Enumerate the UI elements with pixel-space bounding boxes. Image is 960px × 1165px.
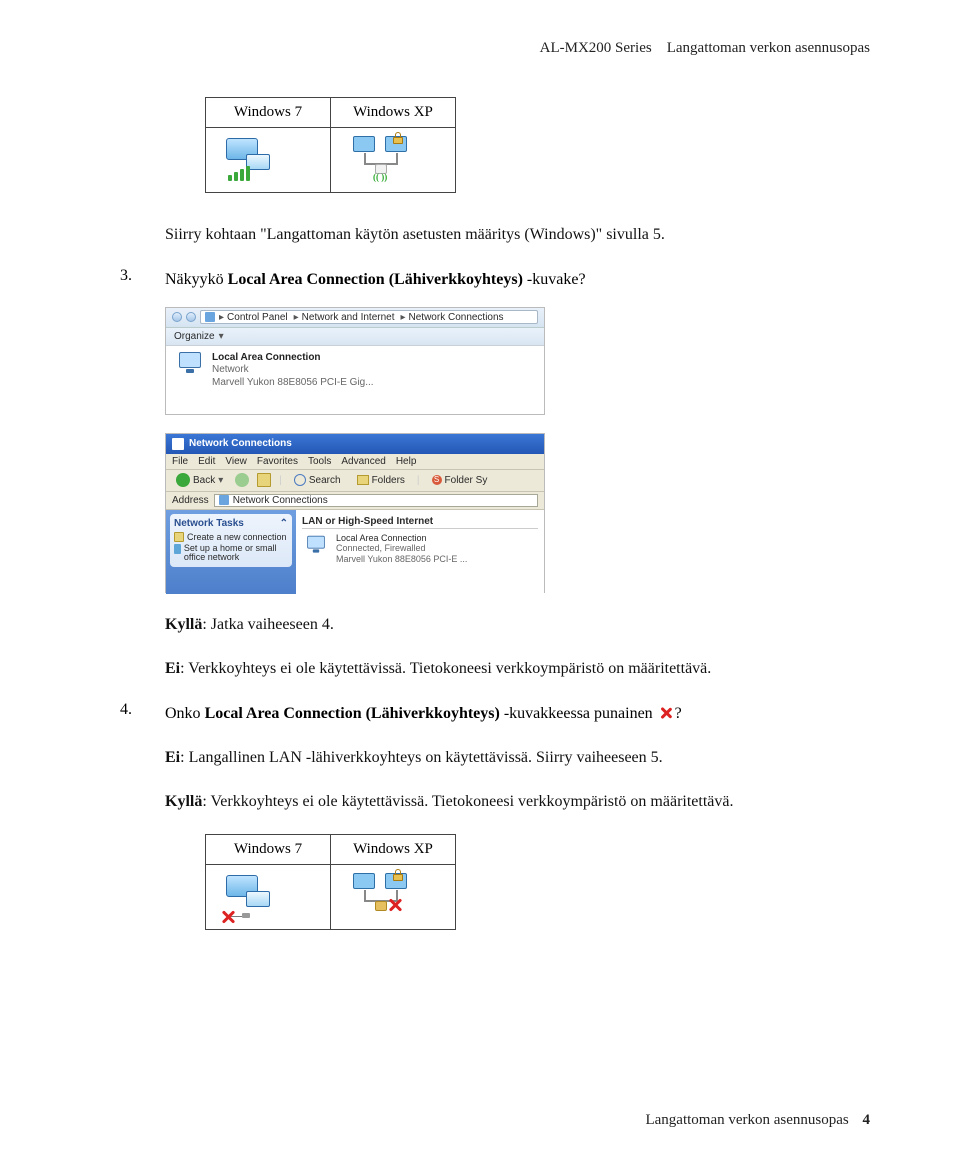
new-connection-icon <box>174 532 184 542</box>
sync-icon: S <box>432 475 442 485</box>
os-win7-icon-cell <box>206 865 331 930</box>
step3-bold: Local Area Connection (Lähiverkkoyhteys) <box>228 271 523 288</box>
connection-sub2: Marvell Yukon 88E8056 PCI-E Gig... <box>212 377 374 390</box>
crumb-network-internet: Network and Internet <box>302 312 395 323</box>
address-icon <box>219 495 229 505</box>
menu-file: File <box>172 456 188 467</box>
menu-edit: Edit <box>198 456 215 467</box>
connection-icon <box>176 352 204 380</box>
step-number: 4. <box>120 701 165 727</box>
os-windowsxp-cell: Windows XP <box>331 835 456 865</box>
jump-instruction: Siirry kohtaan "Langattoman käytön asetu… <box>165 223 870 247</box>
os-winxp-icon-cell: (( )) <box>331 128 456 193</box>
step4-ei: Ei: Langallinen LAN -lähiverkkoyhteys on… <box>165 746 870 770</box>
organize-label: Organize <box>174 331 215 342</box>
step-3: 3. Näkyykö Local Area Connection (Lähive… <box>120 267 870 293</box>
lock-icon <box>393 869 405 881</box>
page-footer: Langattoman verkon asennusopas 4 <box>645 1112 870 1129</box>
network-icon-win7-disabled <box>220 873 280 921</box>
os-windows7-cell: Windows 7 <box>206 98 331 128</box>
lock-icon <box>393 132 405 144</box>
menu-view: View <box>225 456 247 467</box>
xp-connection-sub2: Marvell Yukon 88E8056 PCI-E ... <box>336 554 467 565</box>
screenshot-win7-network-connections: ▸Control Panel ▸Network and Internet ▸Ne… <box>165 307 870 415</box>
step-number: 3. <box>120 267 165 293</box>
kylla-text: : Jatka vaiheeseen 4. <box>202 616 334 633</box>
doc-title-label: Langattoman verkon asennusopas <box>667 40 870 56</box>
back-icon <box>172 312 182 322</box>
page-header: AL-MX200 Series Langattoman verkon asenn… <box>120 40 870 57</box>
red-x-icon <box>659 706 673 720</box>
address-label: Address <box>172 495 209 506</box>
ei4-label: Ei <box>165 749 180 766</box>
menu-tools: Tools <box>308 456 331 467</box>
step-4: 4. Onko Local Area Connection (Lähiverkk… <box>120 701 870 727</box>
os-windowsxp-cell: Windows XP <box>331 98 456 128</box>
up-folder-icon <box>257 473 271 487</box>
connection-name: Local Area Connection <box>212 352 374 365</box>
search-icon <box>294 474 306 486</box>
os-windows7-cell: Windows 7 <box>206 835 331 865</box>
toolbar-folders: Folders <box>372 475 405 486</box>
crumb-control-panel: Control Panel <box>227 312 288 323</box>
step3-text-suffix: -kuvake? <box>523 271 586 288</box>
collapse-icon: ⌃ <box>280 518 288 529</box>
xp-connection-sub1: Connected, Firewalled <box>336 543 467 554</box>
forward-icon <box>235 473 249 487</box>
window-title: Network Connections <box>189 438 292 449</box>
kylla4-label: Kyllä <box>165 793 202 810</box>
kylla-label: Kyllä <box>165 616 202 633</box>
red-x-icon <box>387 897 403 913</box>
side-panel-header: Network Tasks <box>174 518 244 529</box>
toolbar-back: Back <box>193 475 215 486</box>
red-x-icon <box>220 909 236 925</box>
chevron-down-icon: ▾ <box>219 331 224 342</box>
connection-icon <box>305 535 327 557</box>
toolbar-foldersy: Folder Sy <box>445 475 488 486</box>
home-network-icon <box>174 544 181 554</box>
step3-ei: Ei: Verkkoyhteys ei ole käytettävissä. T… <box>165 657 870 681</box>
kylla4-text: : Verkkoyhteys ei ole käytettävissä. Tie… <box>202 793 733 810</box>
menu-favorites: Favorites <box>257 456 298 467</box>
folder-icon <box>205 312 215 322</box>
series-label: AL-MX200 Series <box>540 40 652 56</box>
xp-connection-name: Local Area Connection <box>336 533 467 544</box>
os-win7-icon-cell <box>206 128 331 193</box>
crumb-network-connections: Network Connections <box>409 312 504 323</box>
address-value: Network Connections <box>233 495 328 506</box>
ei4-text: : Langallinen LAN -lähiverkkoyhteys on k… <box>180 749 663 766</box>
network-icon-win7 <box>220 136 280 184</box>
folders-icon <box>357 475 369 485</box>
os-winxp-icon-cell <box>331 865 456 930</box>
footer-page-number: 4 <box>863 1112 871 1128</box>
network-icon-winxp-disabled <box>345 871 415 923</box>
connection-sub1: Network <box>212 364 374 377</box>
step4-kylla: Kyllä: Verkkoyhteys ei ole käytettävissä… <box>165 790 870 814</box>
side-item-new-connection: Create a new connection <box>187 532 287 542</box>
step3-text-prefix: Näkyykö <box>165 271 228 288</box>
ei-text: : Verkkoyhteys ei ole käytettävissä. Tie… <box>180 660 711 677</box>
network-icon-winxp: (( )) <box>345 134 415 186</box>
footer-text: Langattoman verkon asennusopas <box>645 1112 848 1128</box>
wireless-signal-icon: (( )) <box>373 172 387 182</box>
forward-icon <box>186 312 196 322</box>
section-header: LAN or High-Speed Internet <box>302 516 538 529</box>
toolbar-search: Search <box>309 475 341 486</box>
step3-kylla: Kyllä: Jatka vaiheeseen 4. <box>165 613 870 637</box>
menu-advanced: Advanced <box>341 456 385 467</box>
os-table-bottom: Windows 7 Windows XP <box>205 834 456 930</box>
step4-prefix: Onko <box>165 705 205 722</box>
side-item-home-network: Set up a home or small office network <box>184 544 288 564</box>
step4-mid: -kuvakkeessa punainen <box>500 705 657 722</box>
window-icon <box>172 438 184 450</box>
menu-help: Help <box>396 456 417 467</box>
os-table-top: Windows 7 Windows XP (( )) <box>205 97 456 193</box>
step4-bold: Local Area Connection (Lähiverkkoyhteys) <box>205 705 500 722</box>
step4-suffix: ? <box>675 705 682 722</box>
screenshot-winxp-network-connections: Network Connections File Edit View Favor… <box>165 433 870 593</box>
ei-label: Ei <box>165 660 180 677</box>
back-icon <box>176 473 190 487</box>
